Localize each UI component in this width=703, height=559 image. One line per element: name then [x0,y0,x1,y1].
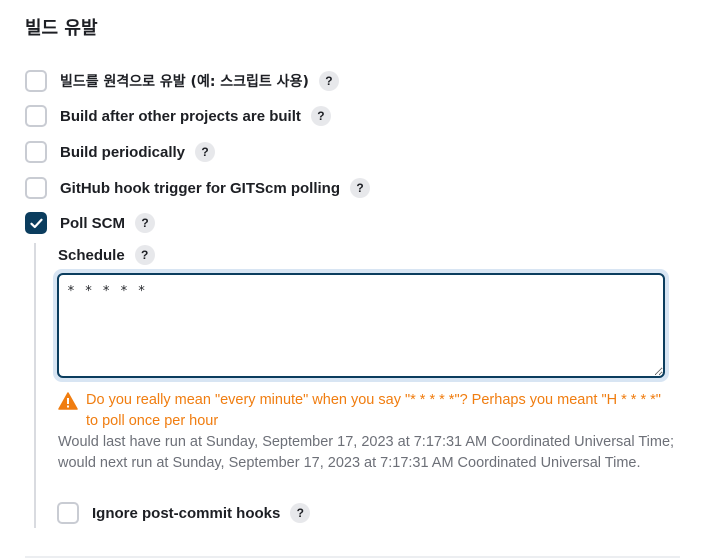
help-icon[interactable]: ? [318,71,339,91]
trigger-poll-scm-row[interactable]: Poll SCM ? [25,211,156,235]
trigger-github-hook-row[interactable]: GitHub hook trigger for GITScm polling ? [25,176,370,200]
help-icon[interactable]: ? [135,213,156,233]
section-title: 빌드 유발 [25,18,98,39]
trigger-github-hook-label[interactable]: GitHub hook trigger for GITScm polling [60,180,340,197]
trigger-periodic-label[interactable]: Build periodically [60,144,185,161]
schedule-run-info: Would last have run at Sunday, September… [58,432,678,474]
trigger-remote-checkbox[interactable] [25,70,47,92]
ignore-post-commit-checkbox[interactable] [57,502,79,524]
schedule-warning: Do you really mean "every minute" when y… [58,390,678,432]
checkmark-icon [29,218,43,228]
trigger-periodic-checkbox[interactable] [25,141,47,163]
schedule-last-run: Would last have run at Sunday, September… [58,434,675,450]
trigger-poll-scm-checkbox[interactable] [25,212,47,234]
schedule-label-row: Schedule ? [58,244,155,266]
trigger-remote-row[interactable]: 빌드를 원격으로 유발 (예: 스크립트 사용) ? [25,69,339,93]
nested-section-bar [34,243,36,528]
schedule-label: Schedule [58,246,125,264]
trigger-after-other-row[interactable]: Build after other projects are built ? [25,104,331,128]
ignore-post-commit-label[interactable]: Ignore post-commit hooks [92,505,280,522]
help-icon[interactable]: ? [350,178,370,198]
help-icon[interactable]: ? [290,503,311,523]
schedule-warning-text: Do you really mean "every minute" when y… [86,392,661,429]
help-icon[interactable]: ? [134,245,155,265]
warning-triangle-icon [58,392,78,410]
trigger-remote-label[interactable]: 빌드를 원격으로 유발 (예: 스크립트 사용) [60,71,309,91]
ignore-post-commit-row[interactable]: Ignore post-commit hooks ? [57,501,311,525]
trigger-github-hook-checkbox[interactable] [25,177,47,199]
trigger-after-other-checkbox[interactable] [25,105,47,127]
trigger-poll-scm-label[interactable]: Poll SCM [60,215,125,232]
help-icon[interactable]: ? [310,106,331,126]
schedule-textarea[interactable]: * * * * * [57,273,665,378]
schedule-textarea-focus-ring: * * * * * [53,269,669,382]
trigger-after-other-label[interactable]: Build after other projects are built [60,108,301,125]
trigger-periodic-row[interactable]: Build periodically ? [25,140,216,164]
schedule-next-run: would next run at Sunday, September 17, … [58,455,641,471]
help-icon[interactable]: ? [195,142,216,162]
section-divider [25,556,680,558]
